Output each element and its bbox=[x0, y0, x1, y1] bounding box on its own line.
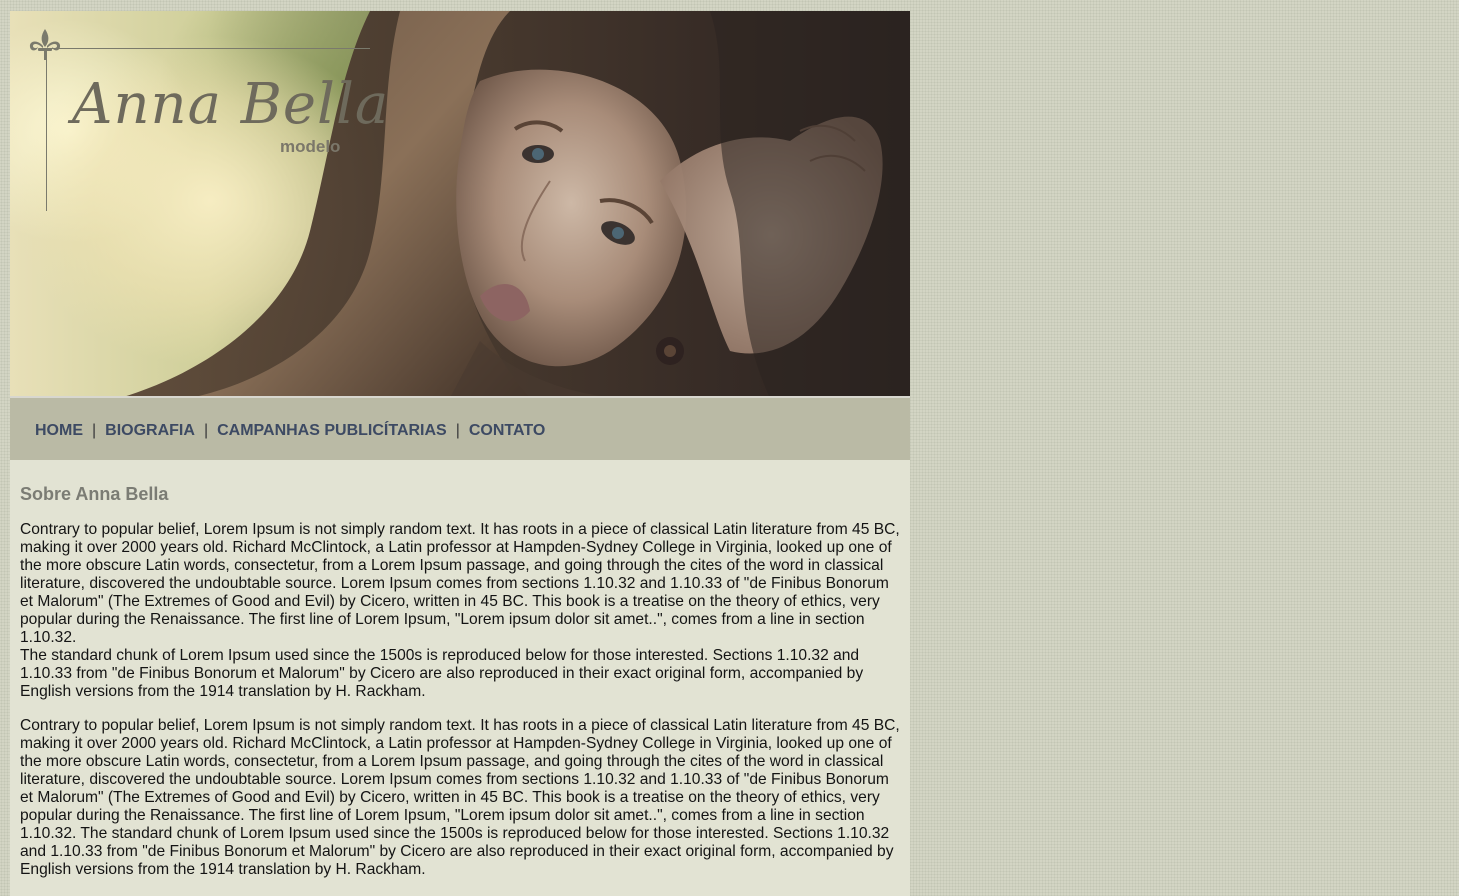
logo-subtitle: modelo bbox=[280, 137, 341, 156]
paragraph-text: The standard chunk of Lorem Ipsum used s… bbox=[20, 647, 864, 700]
nav-item-biografia[interactable]: BIOGRAFIA bbox=[105, 422, 195, 439]
nav-item-campanhas[interactable]: CAMPANHAS PUBLICÍTARIAS bbox=[217, 422, 447, 439]
page-title: Sobre Anna Bella bbox=[20, 484, 169, 504]
logo-divider-horizontal bbox=[50, 48, 370, 49]
nav-separator: | bbox=[92, 422, 97, 439]
header-banner: Anna Bella modelo bbox=[10, 11, 910, 398]
main-content: Sobre Anna Bella Contrary to popular bel… bbox=[10, 460, 910, 896]
paragraph-text: Contrary to popular belief, Lorem Ipsum … bbox=[20, 521, 900, 646]
content-paragraph: Contrary to popular belief, Lorem Ipsum … bbox=[20, 717, 900, 878]
nav-item-contato[interactable]: CONTATO bbox=[469, 422, 545, 439]
logo-name: Anna Bella bbox=[72, 72, 390, 137]
model-portrait-image bbox=[120, 11, 910, 398]
nav-list: HOME | BIOGRAFIA | CAMPANHAS PUBLICÍTARI… bbox=[35, 422, 545, 440]
nav-separator: | bbox=[455, 422, 460, 439]
content-paragraph: Contrary to popular belief, Lorem Ipsum … bbox=[20, 521, 902, 701]
nav-separator: | bbox=[203, 422, 209, 439]
fleur-de-lis-icon bbox=[29, 29, 61, 60]
logo-divider-vertical bbox=[46, 51, 47, 211]
page-container: Anna Bella modelo HOME | BIOGRAFIA | CAM… bbox=[10, 11, 910, 896]
main-navigation: HOME | BIOGRAFIA | CAMPANHAS PUBLICÍTARI… bbox=[10, 398, 910, 460]
nav-item-home[interactable]: HOME bbox=[35, 422, 83, 439]
